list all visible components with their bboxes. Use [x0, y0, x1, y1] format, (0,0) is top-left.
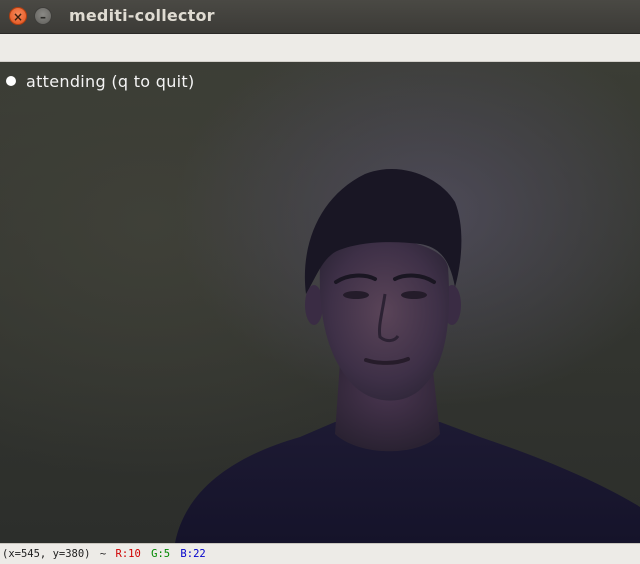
status-bar: (x=545, y=380) ~ R:10 G:5 B:22 — [0, 543, 640, 564]
window-title: mediti-collector — [69, 6, 215, 25]
app-window: × – mediti-collector attending (q to qui… — [0, 0, 640, 564]
pixel-green-value: G:5 — [151, 548, 171, 560]
minimize-icon[interactable]: – — [34, 7, 52, 25]
pixel-blue-value: B:22 — [180, 548, 206, 560]
pixel-red-value: R:10 — [115, 548, 141, 560]
webcam-frame-image — [175, 168, 640, 543]
status-overlay-text: attending (q to quit) — [26, 72, 195, 91]
right-eye-shape — [401, 291, 427, 299]
status-dot-icon — [6, 76, 16, 86]
left-eye-shape — [343, 291, 369, 299]
close-icon[interactable]: × — [9, 7, 27, 25]
camera-view[interactable]: attending (q to quit) — [0, 62, 640, 543]
toolbar — [0, 34, 640, 62]
cursor-coordinates: (x=545, y=380) — [2, 548, 91, 560]
title-bar[interactable]: × – mediti-collector — [0, 0, 640, 34]
status-separator: ~ — [99, 548, 107, 560]
